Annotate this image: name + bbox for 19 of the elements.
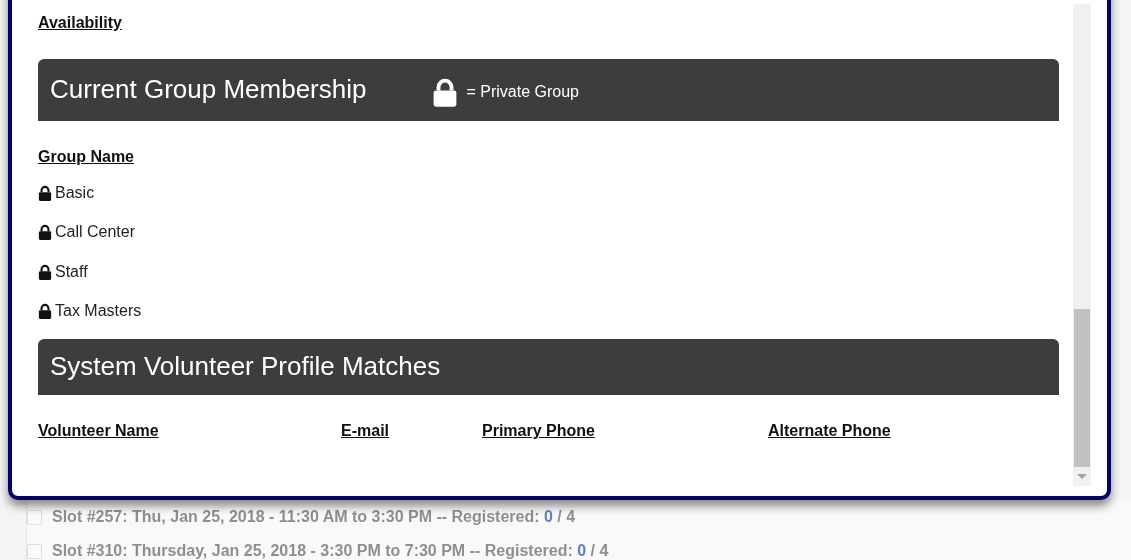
group-name: Basic	[55, 182, 95, 203]
scrollbar[interactable]	[1073, 4, 1091, 486]
column-header: Volunteer Name	[38, 422, 159, 439]
group-name: Call Center	[55, 222, 136, 243]
checkbox[interactable]	[27, 543, 42, 559]
group-name: Staff	[55, 261, 88, 282]
group-name: Tax Masters	[55, 301, 142, 322]
section-title: System Volunteer Profile Matches	[50, 351, 441, 383]
column-header: Alternate Phone	[768, 422, 891, 439]
slot-text: Slot #310: Thursday, Jan 25, 2018 - 3:30 PM to 7:30 PM -- Registered: 0 / 4	[52, 541, 609, 560]
legend-text: = Private Group	[466, 82, 579, 102]
lock-icon	[432, 77, 459, 107]
column-header: E-mail	[341, 422, 389, 439]
availability-link[interactable]: Availability	[38, 14, 122, 31]
checkbox[interactable]	[27, 509, 42, 525]
slot-text: Slot #257: Thu, Jan 25, 2018 - 11:30 AM to 3:30 PM -- Registered: 0 / 4	[52, 507, 576, 527]
column-header: Primary Phone	[482, 422, 595, 439]
section-title: Current Group Membership	[50, 74, 367, 106]
column-header: Group Name	[38, 148, 134, 165]
